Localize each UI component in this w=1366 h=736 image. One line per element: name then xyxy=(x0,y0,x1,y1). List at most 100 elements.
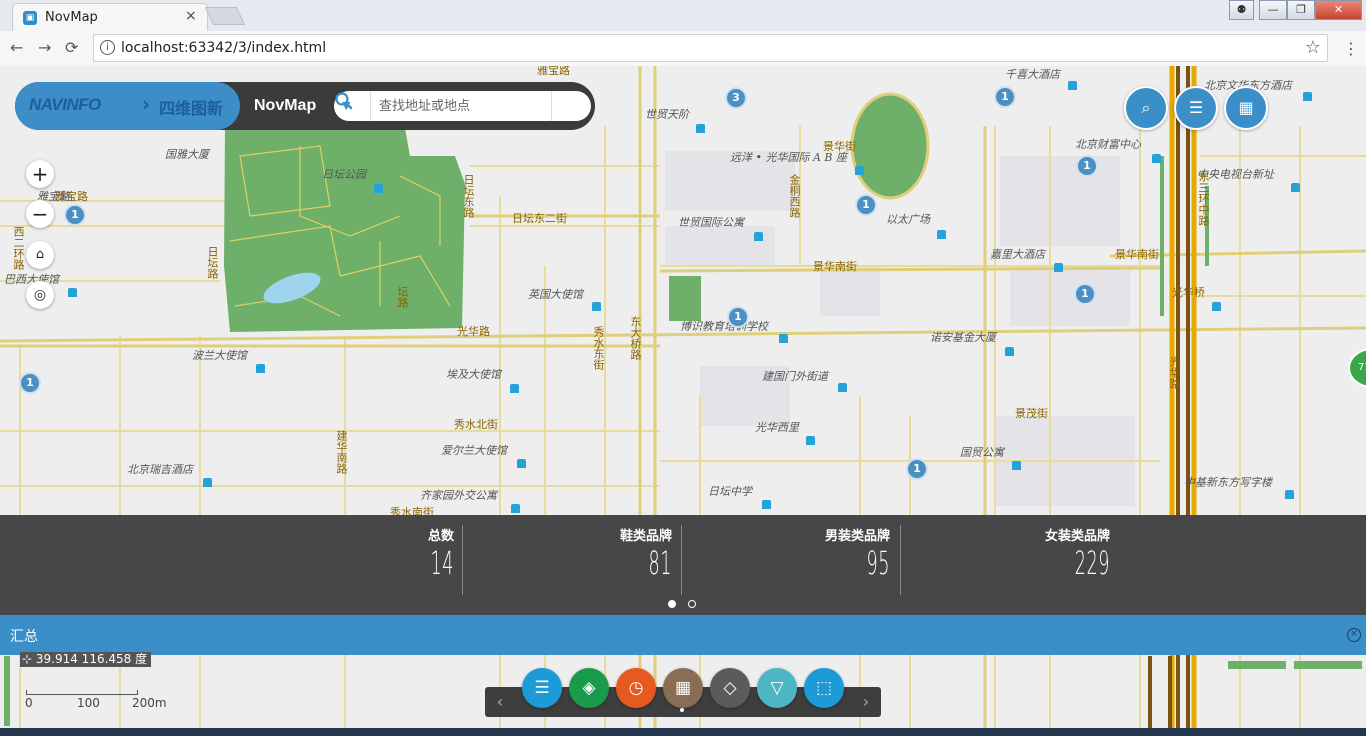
stat-label: 男装类品牌 xyxy=(824,529,890,544)
place-label: 建国门外街道 xyxy=(762,370,828,383)
cluster-marker[interactable]: 1 xyxy=(994,86,1016,108)
poi-marker-icon[interactable] xyxy=(517,459,526,468)
place-label: 国贸公寓 xyxy=(960,446,1004,459)
layers-icon[interactable]: ◈ xyxy=(569,668,609,708)
place-label: 以太广场 xyxy=(886,213,930,226)
road-label: 光华桥 xyxy=(1172,286,1205,299)
poi-marker-icon[interactable] xyxy=(256,364,265,373)
close-window-button[interactable]: ✕ xyxy=(1315,0,1362,20)
poi-marker-icon[interactable] xyxy=(1005,347,1014,356)
polygon-select-icon[interactable]: ◇ xyxy=(710,668,750,708)
poi-marker-icon[interactable] xyxy=(1303,92,1312,101)
scale-label: 0 xyxy=(25,696,33,710)
cluster-marker[interactable]: 1 xyxy=(906,458,928,480)
search-box: ▼ xyxy=(334,91,591,121)
cluster-marker[interactable]: 1 xyxy=(1074,283,1096,305)
poi-marker-icon[interactable] xyxy=(855,166,864,175)
os-taskbar xyxy=(0,728,1366,736)
stat-value: 95 xyxy=(866,544,890,582)
tab-close-icon[interactable]: × xyxy=(185,8,197,24)
poi-marker-icon[interactable] xyxy=(937,230,946,239)
poi-marker-icon[interactable] xyxy=(1054,263,1063,272)
poi-marker-icon[interactable] xyxy=(592,302,601,311)
map-canvas[interactable]: 世贸天阶 国雅大厦 日坛公园 远洋 • 光华国际 A B 座 世贸国际公寓 以太… xyxy=(0,66,1366,736)
bookmark-star-icon[interactable]: ☆ xyxy=(1305,37,1321,58)
page-dot[interactable] xyxy=(688,600,696,608)
road-label: 光华路 xyxy=(1168,356,1181,389)
filter-icon[interactable]: ▽ xyxy=(757,668,797,708)
poi-marker-icon[interactable] xyxy=(68,288,77,297)
poi-marker-icon[interactable] xyxy=(203,478,212,487)
cluster-marker[interactable]: 1 xyxy=(1076,155,1098,177)
poi-marker-icon[interactable] xyxy=(754,232,763,241)
road-label: 坛路 xyxy=(396,286,409,308)
search-input[interactable] xyxy=(370,91,552,121)
menu-kebab-icon[interactable]: ⋮ xyxy=(1343,39,1359,58)
back-arrow-icon[interactable]: ← xyxy=(10,38,23,57)
cluster-marker[interactable]: 3 xyxy=(725,87,747,109)
grid-icon[interactable]: ▦ xyxy=(1224,86,1268,130)
history-icon[interactable]: ◷ xyxy=(616,668,656,708)
page-dot-active[interactable] xyxy=(668,600,676,608)
poi-marker-icon[interactable] xyxy=(779,334,788,343)
poi-marker-icon[interactable] xyxy=(762,500,771,509)
minimize-button[interactable]: — xyxy=(1259,0,1287,20)
place-label: 日坛公园 xyxy=(322,168,366,181)
road-label: 西二环路 xyxy=(12,226,25,270)
user-icon[interactable]: ⚉ xyxy=(1229,0,1254,20)
poi-marker-icon[interactable] xyxy=(838,383,847,392)
browser-tab-bar: ▣ NovMap × ⚉ — ❐ ✕ xyxy=(0,0,1366,31)
toolbar-prev-button[interactable]: ‹ xyxy=(485,687,515,717)
cluster-marker[interactable]: 1 xyxy=(64,204,86,226)
favicon-icon: ▣ xyxy=(23,11,37,25)
binoculars-icon[interactable]: ⌕ xyxy=(1124,86,1168,130)
road-label: 雅宝路 xyxy=(55,190,88,203)
poi-marker-icon[interactable] xyxy=(374,184,383,193)
summary-bar[interactable]: 汇总 × xyxy=(0,615,1366,655)
poi-marker-icon[interactable] xyxy=(511,504,520,513)
road-label: 景华街 xyxy=(823,140,856,153)
search-icon[interactable] xyxy=(334,91,354,111)
forward-arrow-icon[interactable]: → xyxy=(38,38,51,57)
scale-label: 200m xyxy=(132,696,167,710)
toolbar-next-button[interactable]: › xyxy=(851,687,881,717)
poi-marker-icon[interactable] xyxy=(510,384,519,393)
app-title: NovMap xyxy=(254,97,317,114)
cluster-marker[interactable]: 1 xyxy=(727,306,749,328)
home-icon[interactable]: ⌂ xyxy=(26,241,54,269)
close-icon[interactable]: × xyxy=(1347,628,1361,642)
new-tab-button[interactable] xyxy=(204,7,246,25)
cluster-marker[interactable]: 1 xyxy=(19,372,41,394)
poi-marker-icon[interactable] xyxy=(1152,154,1161,163)
place-label: 光华西里 xyxy=(755,421,799,434)
poi-marker-icon[interactable] xyxy=(1212,302,1221,311)
poi-marker-icon[interactable] xyxy=(1285,490,1294,499)
place-label: 世贸天阶 xyxy=(645,108,689,121)
zoom-in-button[interactable]: + xyxy=(26,160,54,188)
cluster-marker[interactable]: 1 xyxy=(855,194,877,216)
url-field[interactable]: i localhost:63342/3/index.html ☆ xyxy=(93,34,1328,62)
info-icon[interactable]: i xyxy=(100,40,115,55)
reload-icon[interactable]: ⟳ xyxy=(65,38,78,57)
poi-marker-icon[interactable] xyxy=(1291,183,1300,192)
logo-text-cn: 四维图新 xyxy=(159,99,224,118)
lasso-icon[interactable]: ⬚ xyxy=(804,668,844,708)
poi-marker-icon[interactable] xyxy=(1068,81,1077,90)
zoom-out-button[interactable]: − xyxy=(26,200,54,228)
logo-chevron-icon: › xyxy=(142,92,151,116)
crosshair-icon: ⊹ xyxy=(22,652,36,666)
place-label: 千喜大酒店 xyxy=(1005,68,1060,81)
locate-icon[interactable]: ◎ xyxy=(26,281,54,309)
maximize-button[interactable]: ❐ xyxy=(1287,0,1315,20)
browser-tab[interactable]: ▣ NovMap × xyxy=(12,3,208,31)
poi-marker-icon[interactable] xyxy=(806,436,815,445)
road-label: 建华南路 xyxy=(335,430,348,474)
list-tool-icon[interactable]: ☰ xyxy=(522,668,562,708)
stat-value: 229 xyxy=(1074,544,1110,582)
poi-marker-icon[interactable] xyxy=(1012,461,1021,470)
calculator-icon[interactable]: ▦ xyxy=(663,668,703,708)
poi-marker-icon[interactable] xyxy=(696,124,705,133)
place-label: 国雅大厦 xyxy=(165,148,209,161)
stat-value: 14 xyxy=(430,544,454,582)
list-icon[interactable]: ☰ xyxy=(1174,86,1218,130)
